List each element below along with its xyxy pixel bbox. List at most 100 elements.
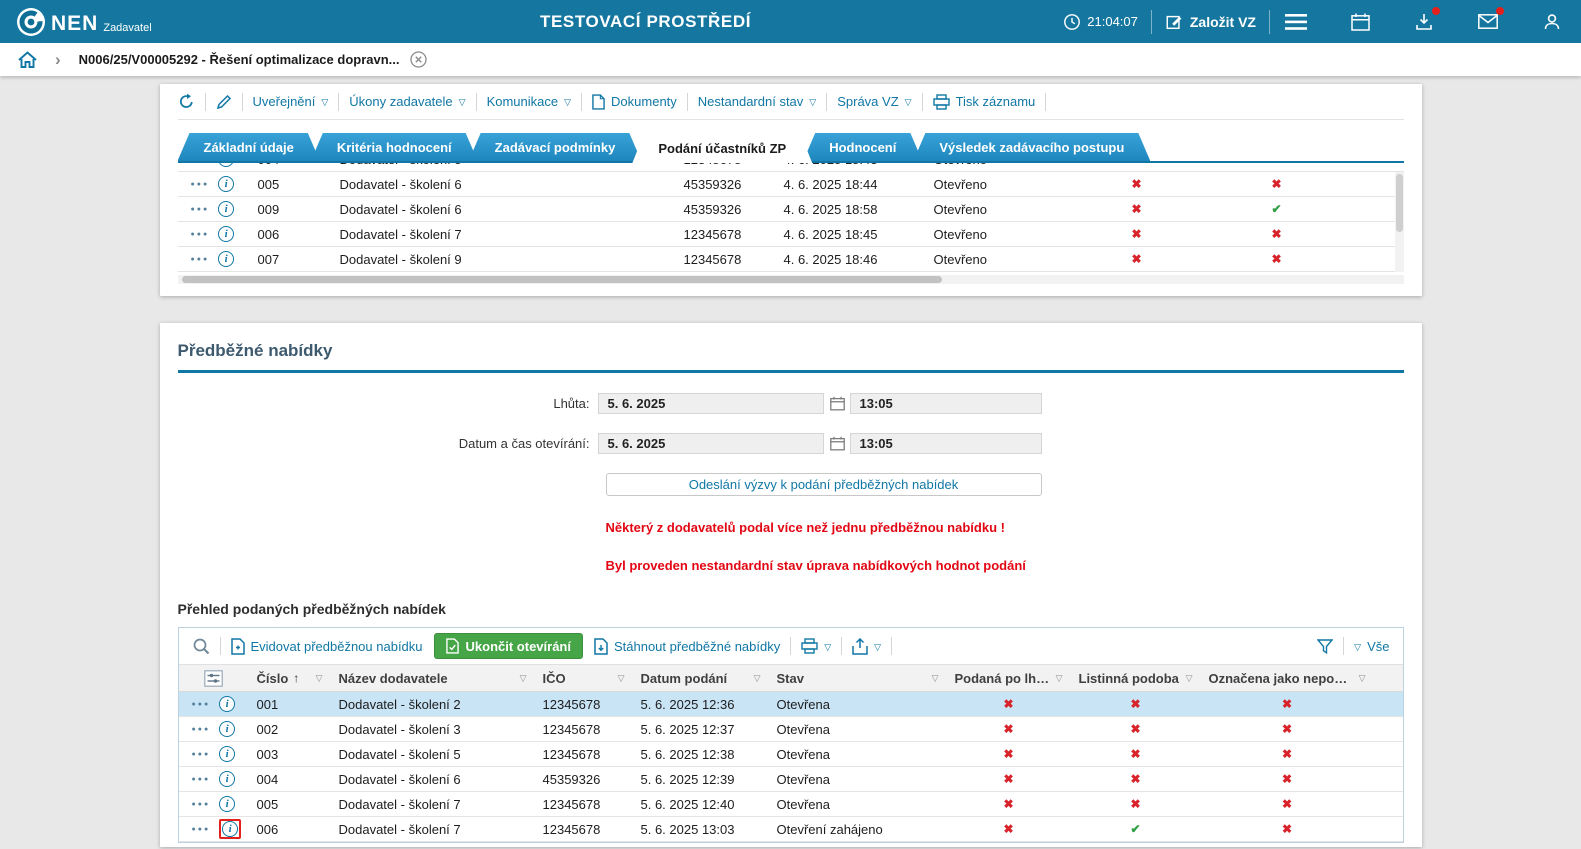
table-row[interactable]: ●●●i007Dodavatel - školení 9123456784. 6… [178, 247, 1404, 272]
refresh-icon[interactable] [178, 93, 195, 110]
table-row[interactable]: ●●●i009Dodavatel - školení 6453593264. 6… [178, 197, 1404, 222]
info-icon[interactable]: i [222, 821, 238, 837]
menu-dokumenty[interactable]: Dokumenty [592, 94, 677, 110]
info-icon[interactable]: i [219, 746, 235, 762]
toolbar-separator [1045, 93, 1046, 111]
info-icon[interactable]: i [218, 226, 234, 242]
cross-mark: ✖ [1131, 202, 1141, 216]
menu-sprava-vz[interactable]: Správa VZ ▽ [837, 94, 911, 109]
cell-nazev-dodavatele: Dodavatel - školení 6 [332, 177, 676, 192]
horizontal-scrollbar[interactable] [178, 275, 1404, 284]
row-actions: ●●●i [178, 163, 250, 167]
tab-kriteria-hodnoceni[interactable]: Kritéria hodnocení [311, 133, 478, 161]
messages-button[interactable] [1475, 9, 1501, 35]
scrollbar-thumb[interactable] [182, 276, 942, 283]
info-icon[interactable]: i [218, 201, 234, 217]
filter-icon[interactable]: ▽ [928, 673, 939, 684]
table-row[interactable]: ●●●i005Dodavatel - školení 7123456785. 6… [179, 792, 1403, 817]
row-menu-icon[interactable]: ●●● [192, 726, 211, 733]
info-icon[interactable]: i [218, 251, 234, 267]
document-add-icon [231, 638, 245, 655]
info-icon[interactable]: i [218, 163, 234, 167]
filter-icon[interactable]: ▽ [1182, 673, 1193, 684]
finish-opening-button[interactable]: Ukončit otevírání [434, 633, 583, 659]
menu-button[interactable] [1283, 9, 1309, 35]
vertical-scrollbar[interactable] [1395, 172, 1404, 272]
create-vz-button[interactable]: Založit VZ [1165, 13, 1256, 31]
detail-search-icon[interactable] [192, 637, 210, 655]
table-row[interactable]: ●●●i002Dodavatel - školení 3123456785. 6… [179, 717, 1403, 742]
row-menu-icon[interactable]: ●●● [192, 776, 211, 783]
info-icon[interactable]: i [219, 721, 235, 737]
sort-asc-icon[interactable]: ↑ [288, 671, 299, 685]
table-row[interactable]: ●●●i003Dodavatel - školení 5123456785. 6… [179, 742, 1403, 767]
filter-funnel-icon[interactable] [1317, 639, 1333, 654]
close-record-icon[interactable] [410, 51, 427, 68]
row-menu-icon[interactable]: ●●● [192, 801, 211, 808]
filter-icon[interactable]: ▽ [614, 673, 625, 684]
filter-icon[interactable]: ▽ [1052, 673, 1063, 684]
cell-stav: Otevřena [769, 722, 947, 737]
menu-komunikace[interactable]: Komunikace ▽ [487, 94, 571, 109]
oteviranie-time-field[interactable]: 13:05 [850, 433, 1042, 454]
tab-zakladni-udaje[interactable]: Základní údaje [178, 133, 320, 161]
row-actions: ●●● i [179, 796, 249, 812]
row-menu-icon[interactable]: ●●● [191, 181, 210, 188]
logo-text: NEN [51, 13, 98, 37]
record-offer-button[interactable]: Evidovat předběžnou nabídku [231, 638, 423, 655]
cell-stav: Otevřeno [926, 163, 1067, 167]
filter-icon[interactable]: ▽ [1355, 673, 1366, 684]
menu-uverejneni[interactable]: Uveřejnění ▽ [253, 94, 329, 109]
downloads-button[interactable] [1411, 9, 1437, 35]
table-row[interactable]: ●●●i006Dodavatel - školení 7123456784. 6… [178, 222, 1404, 247]
breadcrumb-record-label[interactable]: N006/25/V00005292 - Řešení optimalizace … [79, 52, 400, 67]
tab-zadavaci-podminky[interactable]: Zadávací podmínky [469, 133, 642, 161]
info-icon[interactable]: i [219, 796, 235, 812]
info-icon[interactable]: i [218, 176, 234, 192]
edit-pencil-icon[interactable] [216, 94, 232, 110]
info-icon[interactable]: i [219, 771, 235, 787]
table-row[interactable]: ●●●i005Dodavatel - školení 6453593264. 6… [178, 172, 1404, 197]
home-icon[interactable] [18, 51, 37, 68]
calendar-button[interactable] [1347, 9, 1373, 35]
filter-icon[interactable]: ▽ [750, 673, 761, 684]
tab-hodnoceni[interactable]: Hodnocení [803, 133, 922, 161]
cell-cislo: 009 [250, 202, 332, 217]
filter-icon[interactable]: ▽ [312, 673, 323, 684]
row-menu-icon[interactable]: ●●● [192, 701, 211, 708]
menu-tisk-zaznamu[interactable]: Tisk záznamu [933, 94, 1036, 110]
row-menu-icon[interactable]: ●●● [191, 206, 210, 213]
offers-table-body: ●●●i001Dodavatel - školení 2123456785. 6… [179, 692, 1403, 842]
oteviranie-date-field[interactable]: 5. 6. 2025 [598, 433, 824, 454]
cross-mark: ✖ [1282, 772, 1292, 786]
lhuta-date-field[interactable]: 5. 6. 2025 [598, 393, 824, 414]
export-dropdown[interactable]: ▽ [852, 638, 881, 655]
print-dropdown[interactable]: ▽ [801, 638, 831, 654]
calendar-icon[interactable] [830, 436, 845, 451]
scrollbar-thumb[interactable] [1396, 174, 1403, 232]
table-row[interactable]: ●●●i001Dodavatel - školení 2123456785. 6… [179, 692, 1403, 717]
column-settings-icon[interactable] [179, 670, 249, 687]
row-menu-icon[interactable]: ●●● [191, 256, 210, 263]
table-row[interactable]: ●●●i004Dodavatel - školení 6453593265. 6… [179, 767, 1403, 792]
nen-logo-icon [16, 7, 46, 37]
nen-logo[interactable]: NEN Zadavatel [16, 7, 152, 37]
filter-icon[interactable]: ▽ [516, 673, 527, 684]
row-menu-icon[interactable]: ●●● [191, 231, 210, 238]
table-row[interactable]: ●●●i006Dodavatel - školení 7123456785. 6… [179, 817, 1403, 842]
menu-ukony-zadavatele[interactable]: Úkony zadavatele ▽ [349, 94, 465, 109]
table-row[interactable]: ●●●i004Dodavatel - školení 5123456784. 6… [178, 163, 1404, 172]
lhuta-time-field[interactable]: 13:05 [850, 393, 1042, 414]
row-menu-icon[interactable]: ●●● [192, 826, 211, 833]
info-icon[interactable]: i [219, 696, 235, 712]
view-all-dropdown[interactable]: ▽ Vše [1354, 639, 1389, 654]
profile-button[interactable] [1539, 9, 1565, 35]
download-offers-button[interactable]: Stáhnout předběžné nabídky [594, 638, 780, 655]
tab-vysledek-zadavaciho-postupu[interactable]: Výsledek zadávacího postupu [913, 133, 1150, 161]
toolbar-separator [476, 93, 477, 111]
send-call-button[interactable]: Odeslání výzvy k podání předběžných nabí… [606, 473, 1042, 496]
tab-podani-ucastniku-zp[interactable]: Podání účastníků ZP [632, 133, 812, 163]
row-menu-icon[interactable]: ●●● [192, 751, 211, 758]
calendar-icon[interactable] [830, 396, 845, 411]
menu-nestandardni-stav[interactable]: Nestandardní stav ▽ [698, 94, 816, 109]
